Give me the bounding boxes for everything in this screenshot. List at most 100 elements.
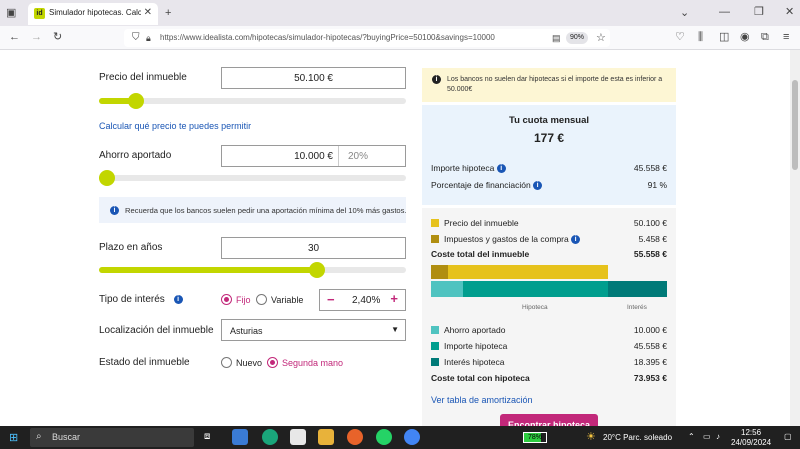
scrollbar-thumb[interactable] bbox=[792, 80, 798, 170]
amortization-link[interactable]: Ver tabla de amortización bbox=[431, 395, 533, 405]
rate-info-icon[interactable]: i bbox=[173, 294, 183, 304]
quota-title: Tu cuota mensual bbox=[508, 115, 590, 126]
reader-view-icon[interactable]: ▤ bbox=[552, 32, 561, 44]
weather-text[interactable]: 20°C Parc. soleado bbox=[603, 433, 672, 442]
price-input[interactable]: 50.100 € bbox=[221, 67, 406, 89]
rate-variable-radio[interactable] bbox=[256, 294, 267, 305]
mortgage-bar-savings-segment bbox=[431, 281, 463, 297]
price-slider-handle[interactable] bbox=[128, 93, 144, 109]
browser-tab[interactable]: id Simulador hipotecas. Calculado ✕ bbox=[28, 3, 158, 25]
price-input-value[interactable]: 50.100 € bbox=[294, 73, 333, 84]
clock-date[interactable]: 24/09/2024 bbox=[731, 438, 771, 447]
mortgage-bar-interest-segment bbox=[608, 281, 667, 297]
quota-value: 177 € bbox=[533, 131, 565, 145]
location-selected[interactable]: Asturias bbox=[230, 326, 263, 336]
mail-icon[interactable] bbox=[232, 429, 248, 445]
find-mortgage-button[interactable]: Encontrar hipoteca bbox=[500, 414, 598, 426]
rate-fixed-label[interactable]: Fijo bbox=[236, 295, 251, 305]
term-slider[interactable] bbox=[99, 262, 406, 278]
new-tab-icon[interactable]: + bbox=[165, 7, 171, 19]
savings-slider[interactable] bbox=[99, 170, 406, 186]
savings-input[interactable]: 10.000 € 20% bbox=[221, 145, 406, 167]
location-select[interactable]: Asturias ▼ bbox=[221, 319, 406, 341]
menu-icon[interactable]: ≡ bbox=[783, 31, 789, 43]
account-icon[interactable]: ◉ bbox=[740, 31, 750, 43]
store-icon[interactable] bbox=[290, 429, 306, 445]
lock-icon[interactable]: 🔒︎ bbox=[146, 32, 151, 44]
price-label: Precio del inmueble bbox=[99, 72, 187, 83]
weather-icon[interactable]: ☀ bbox=[586, 430, 596, 443]
volume-icon[interactable]: ♪ bbox=[716, 432, 720, 441]
savings-summary-value: 10.000 € bbox=[633, 325, 667, 335]
battery-indicator[interactable]: 78% bbox=[523, 432, 547, 443]
file-explorer-icon[interactable] bbox=[318, 429, 334, 445]
state-new-label[interactable]: Nuevo bbox=[236, 358, 262, 368]
savings-summary-label: Ahorro aportado bbox=[444, 325, 506, 335]
navigation-bar: ← → ↻ ⛉ 🔒︎ https://www.idealista.com/hip… bbox=[0, 26, 800, 50]
edge-icon[interactable] bbox=[262, 429, 278, 445]
state-second-radio[interactable] bbox=[267, 357, 278, 368]
tray-chevron-icon[interactable]: ⌃ bbox=[688, 432, 695, 441]
page-scrollbar[interactable] bbox=[790, 50, 800, 426]
firefox-icon[interactable] bbox=[347, 429, 363, 445]
loan2-label: Importe hipoteca bbox=[444, 341, 508, 351]
bar-label-interest: Interés bbox=[627, 304, 647, 311]
term-input-value[interactable]: 30 bbox=[308, 243, 319, 254]
state-label: Estado del inmueble bbox=[99, 357, 190, 368]
cost-bar-taxes-segment bbox=[431, 265, 449, 279]
state-new-radio[interactable] bbox=[221, 357, 232, 368]
price-slider[interactable] bbox=[99, 93, 406, 109]
restore-icon[interactable]: ❐ bbox=[754, 6, 764, 18]
rate-variable-label[interactable]: Variable bbox=[271, 295, 303, 305]
pocket-icon[interactable]: ♡ bbox=[675, 31, 685, 43]
tab-list-icon[interactable]: ⌄ bbox=[680, 7, 689, 19]
tab-overview-icon[interactable]: ▣ bbox=[6, 7, 16, 19]
shield-icon[interactable]: ⛉ bbox=[132, 32, 140, 44]
term-input[interactable]: 30 bbox=[221, 237, 406, 259]
chevron-down-icon[interactable]: ▼ bbox=[391, 325, 399, 334]
chrome-icon[interactable] bbox=[404, 429, 420, 445]
rate-minus-button[interactable]: − bbox=[327, 292, 335, 307]
browser-tab-bar: ▣ id Simulador hipotecas. Calculado ✕ + … bbox=[0, 0, 800, 26]
sidebar-icon[interactable]: ◫ bbox=[719, 31, 729, 43]
term-slider-handle[interactable] bbox=[309, 262, 325, 278]
price-legend-swatch bbox=[431, 219, 439, 227]
network-icon[interactable]: ▭ bbox=[703, 432, 711, 441]
rate-value[interactable]: 2,40% bbox=[352, 295, 380, 306]
loan-info-icon[interactable]: i bbox=[496, 164, 506, 174]
back-icon[interactable]: ← bbox=[9, 31, 20, 43]
window-close-icon[interactable]: ✕ bbox=[785, 6, 794, 18]
warning-icon: i bbox=[432, 75, 441, 84]
taxes-info-icon[interactable]: i bbox=[571, 235, 581, 245]
windows-start-icon[interactable]: ⊞ bbox=[9, 431, 18, 444]
forward-icon[interactable]: → bbox=[31, 31, 42, 43]
reload-icon[interactable]: ↻ bbox=[53, 31, 62, 43]
savings-label: Ahorro aportado bbox=[99, 150, 172, 161]
afford-price-link[interactable]: Calcular qué precio te puedes permitir bbox=[99, 121, 251, 131]
library-icon[interactable]: ⫼ bbox=[698, 31, 703, 43]
taskbar-search[interactable]: ⌕ Buscar bbox=[30, 428, 194, 447]
interest-row: Interés hipoteca 18.395 € bbox=[431, 357, 667, 369]
task-view-icon[interactable]: ⧈ bbox=[204, 431, 210, 442]
whatsapp-icon[interactable] bbox=[376, 429, 392, 445]
extensions-icon[interactable]: ⧉ bbox=[761, 31, 769, 43]
rate-stepper[interactable]: − 2,40% + bbox=[319, 289, 406, 311]
zoom-level[interactable]: 90% bbox=[566, 32, 588, 44]
rate-plus-button[interactable]: + bbox=[390, 291, 398, 306]
savings-input-value[interactable]: 10.000 € bbox=[294, 151, 333, 162]
state-second-label[interactable]: Segunda mano bbox=[282, 358, 343, 368]
rate-fixed-radio[interactable] bbox=[221, 294, 232, 305]
cost-bar-price-segment bbox=[448, 265, 609, 279]
bookmark-star-icon[interactable]: ☆ bbox=[596, 32, 606, 44]
close-tab-icon[interactable]: ✕ bbox=[144, 7, 152, 18]
minimize-icon[interactable]: — bbox=[719, 6, 730, 18]
savings-slider-handle[interactable] bbox=[99, 170, 115, 186]
rate-label: Tipo de interés i bbox=[99, 294, 183, 305]
address-bar[interactable]: ⛉ 🔒︎ https://www.idealista.com/hipotecas… bbox=[124, 29, 610, 47]
mortgage-cost-bar bbox=[431, 281, 667, 297]
clock-time[interactable]: 12:56 bbox=[741, 428, 761, 437]
financing-value: 91 % bbox=[647, 180, 667, 190]
notifications-icon[interactable]: ▢ bbox=[784, 432, 792, 441]
url-text[interactable]: https://www.idealista.com/hipotecas/simu… bbox=[160, 33, 495, 42]
financing-info-icon[interactable]: i bbox=[533, 181, 543, 191]
